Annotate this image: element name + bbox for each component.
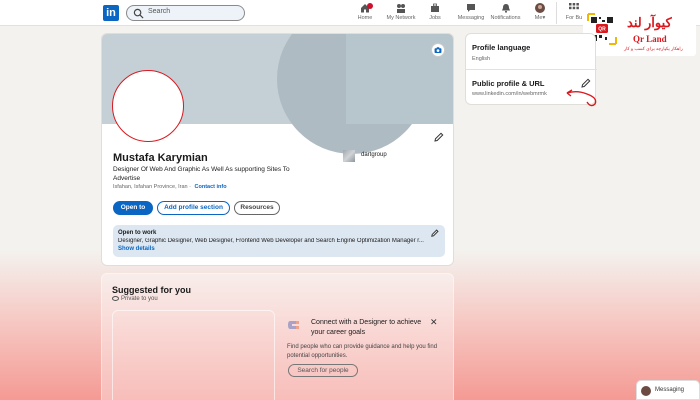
nav-for-business-label: For Bu — [565, 15, 583, 21]
search-box[interactable]: Search — [126, 5, 245, 21]
annotation-arrow — [566, 89, 597, 107]
nav-jobs-label: Jobs — [429, 15, 441, 21]
profile-language-label[interactable]: Profile language — [472, 43, 530, 52]
edit-banner-button[interactable] — [431, 43, 445, 57]
add-profile-section-button[interactable]: Add profile section — [157, 201, 230, 215]
profile-card: Mustafa Karymian Designer Of Web And Gra… — [101, 33, 454, 266]
open-to-work-box[interactable]: Open to work Designer, Graphic Designer,… — [113, 225, 445, 257]
edit-pencil-icon[interactable] — [434, 132, 444, 142]
profile-photo[interactable] — [112, 70, 184, 142]
avatar-icon — [535, 3, 545, 13]
suggested-card: Suggested for you Private to you Connect… — [101, 273, 454, 400]
edit-pencil-icon[interactable] — [431, 229, 439, 237]
public-profile-url[interactable]: www.linkedin.com/in/webmrmk — [472, 91, 547, 97]
nav-messaging-label: Messaging — [457, 15, 485, 21]
open-to-work-roles: Designer, Graphic Designer, Web Designer… — [118, 238, 424, 244]
nav-home[interactable]: Home — [356, 3, 374, 25]
suggestion-item: Connect with a Designer to achieve your … — [282, 310, 445, 400]
nav-me-label: Me▾ — [534, 15, 546, 21]
linkedin-logo[interactable]: in — [103, 5, 119, 21]
nav-home-label: Home — [357, 15, 373, 21]
suggestion-body: Find people who can provide guidance and… — [287, 344, 438, 359]
messaging-label: Messaging — [655, 387, 685, 393]
qr-land-brand-logo: QR کیوآر لند Qr Land راهکار یکپارچه برای… — [583, 10, 696, 56]
suggestion-heading: Connect with a Designer to achieve your … — [311, 319, 422, 336]
nav-for-business[interactable]: For Bu — [563, 3, 585, 25]
search-input[interactable]: Search — [148, 8, 170, 15]
open-to-button[interactable]: Open to — [113, 201, 153, 215]
suggested-title: Suggested for you — [112, 285, 192, 295]
profile-language-value: English — [472, 56, 491, 62]
avatar — [641, 386, 651, 396]
company-logo — [343, 150, 355, 162]
open-to-work-title: Open to work — [118, 230, 157, 236]
suggestion-placeholder — [112, 310, 275, 400]
search-icon — [133, 8, 144, 19]
network-icon — [397, 4, 405, 13]
company-name: dartgroup — [361, 152, 387, 158]
nav-messaging[interactable]: Messaging — [456, 3, 486, 25]
resources-button[interactable]: Resources — [234, 201, 280, 215]
nav-divider — [556, 2, 557, 24]
nav-my-network-label: My Network — [386, 15, 416, 21]
nav-my-network[interactable]: My Network — [384, 3, 418, 25]
public-profile-label[interactable]: Public profile & URL — [472, 79, 545, 88]
nav-jobs[interactable]: Jobs — [427, 3, 443, 25]
close-icon[interactable]: ✕ — [430, 317, 438, 328]
svg-text:QR: QR — [598, 27, 606, 33]
show-details-link[interactable]: Show details — [118, 246, 155, 252]
brand-title: کیوآر لند — [627, 15, 672, 30]
chat-icon — [467, 4, 475, 12]
profile-location: Isfahan, Isfahan Province, Iran · Contac… — [113, 184, 227, 190]
search-for-people-button[interactable]: Search for people — [288, 364, 358, 377]
contact-info-link[interactable]: Contact info — [195, 184, 227, 190]
grid-icon — [569, 3, 579, 10]
brand-subtitle: Qr Land — [633, 34, 667, 44]
bell-icon — [501, 4, 510, 13]
camera-icon — [434, 47, 442, 53]
magnet-icon — [288, 321, 299, 329]
brand-tagline: راهکار یکپارچه برای کسب و کار — [624, 46, 683, 51]
briefcase-icon — [431, 3, 439, 12]
divider — [466, 69, 597, 70]
nav-me[interactable]: Me▾ — [532, 3, 548, 25]
edit-pencil-icon[interactable] — [581, 78, 591, 88]
profile-headline: Designer Of Web And Graphic As Well As s… — [113, 166, 290, 182]
nav-notifications[interactable]: Notifications — [489, 3, 522, 25]
messaging-bar[interactable]: Messaging — [636, 380, 700, 400]
notification-badge — [367, 3, 373, 9]
nav-notifications-label: Notifications — [490, 15, 521, 21]
profile-name: Mustafa Karymian — [113, 152, 208, 164]
eye-icon — [112, 296, 119, 301]
privacy-note: Private to you — [112, 296, 158, 302]
